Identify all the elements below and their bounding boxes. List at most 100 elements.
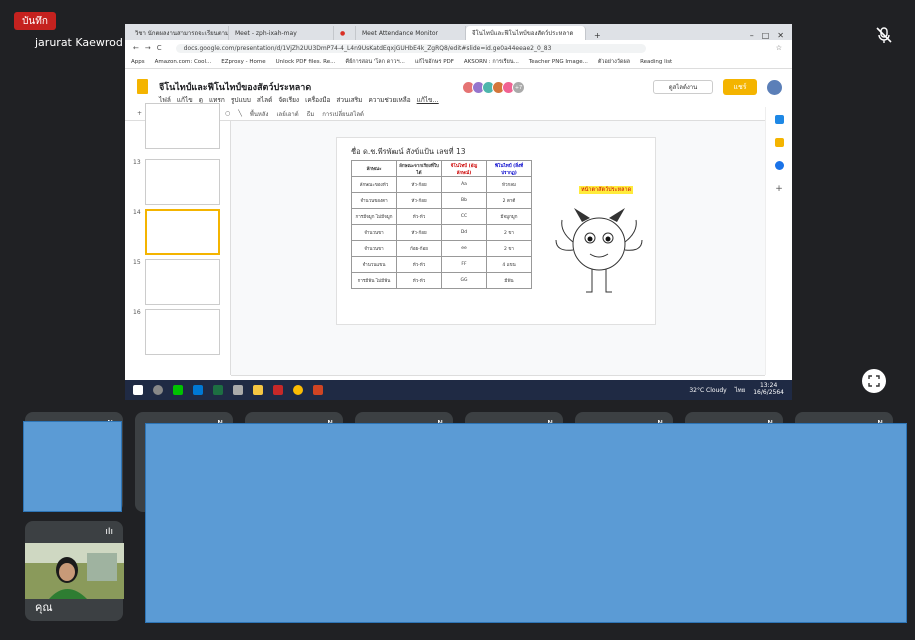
- slide-thumbnail-selected[interactable]: [145, 209, 220, 255]
- browser-tab[interactable]: Meet Attendance Monitor: [356, 26, 466, 40]
- menu-item[interactable]: เครื่องมือ: [305, 95, 330, 105]
- bookmark[interactable]: Teacher PNG Image...: [529, 59, 588, 65]
- slide-thumbnail[interactable]: [145, 259, 220, 305]
- new-tab-button[interactable]: +: [594, 31, 601, 40]
- genotype-table: ลักษณะ ลักษณะจากเรียงที่ใบได้ จีโนไทป์ (…: [351, 160, 532, 289]
- start-icon[interactable]: [133, 385, 143, 395]
- slide-filmstrip: 13 14 15 16: [125, 103, 231, 375]
- slides-header: จีโนไทป์และฟีโนไทป์ของสัตว์ประหลาด ไฟล์ …: [125, 69, 792, 107]
- table-row: ลักษณะของหัว หัว-ก้อย Aa หัวกลม: [351, 176, 532, 193]
- menu-item[interactable]: จัดเรียง: [278, 95, 299, 105]
- menu-item[interactable]: รูปแบบ: [231, 95, 251, 105]
- side-panel-bar: +: [765, 107, 792, 375]
- powerpoint-icon[interactable]: [313, 385, 323, 395]
- table-cell: ลักษณะของหัว: [351, 176, 397, 193]
- table-cell: CC: [441, 208, 487, 225]
- browser-tab-active[interactable]: จีโนไทป์และฟีโนไทป์ของสัตว์ประหลาด: [466, 26, 586, 40]
- explorer-icon[interactable]: [253, 385, 263, 395]
- table-cell: หัวกลม: [486, 176, 532, 193]
- bookmark[interactable]: EZproxy - Home: [221, 59, 265, 65]
- add-addon-icon[interactable]: +: [775, 184, 784, 194]
- line-app-icon[interactable]: [173, 385, 183, 395]
- bookmark[interactable]: ตัวอย่างวัดผล: [598, 58, 630, 66]
- account-avatar[interactable]: [767, 80, 782, 95]
- mic-off-icon[interactable]: [875, 26, 893, 44]
- toolbar-button[interactable]: เลย์เอาต์: [276, 109, 298, 119]
- browser-tab[interactable]: Meet - zph-ixah-may: [229, 26, 334, 40]
- close-icon[interactable]: ✕: [777, 31, 784, 40]
- maximize-icon[interactable]: □: [762, 31, 770, 40]
- app-icon[interactable]: [233, 385, 243, 395]
- minimize-icon[interactable]: –: [750, 31, 754, 40]
- language-label[interactable]: ไทย: [735, 385, 746, 395]
- calendar-icon[interactable]: [774, 115, 784, 124]
- menu-item[interactable]: ส่วนเสริม: [336, 95, 362, 105]
- excel-icon[interactable]: [213, 385, 223, 395]
- bookmark[interactable]: Apps: [131, 59, 145, 65]
- table-cell: หัว-ก้อย: [396, 192, 442, 209]
- bookmark[interactable]: Unlock PDF files. Re...: [276, 59, 336, 65]
- add-icon[interactable]: +: [137, 110, 142, 117]
- forward-icon[interactable]: →: [145, 44, 151, 52]
- slides-toolbar: + ↶ ↷ ⎙ ⌕ ↖ T ○ ╲ พื้นหลัง เลย์เอาต์ ธีม…: [125, 107, 765, 121]
- menu-item[interactable]: แก้ไข...: [417, 95, 439, 105]
- current-slide[interactable]: ชื่อ ด.ช.พีรพัฒน์ สังข์แป้น เลขที่ 13 ลั…: [336, 137, 656, 325]
- table-row: จำนวนแขน หัว-หัว FF 4 แขน: [351, 256, 532, 273]
- table-cell: Aa: [441, 176, 487, 193]
- table-row: จำนวนขา ก้อย-ก้อย ee 2 ขา: [351, 240, 532, 257]
- acrobat-icon[interactable]: [273, 385, 283, 395]
- bookmark[interactable]: แก้ไขอักษร PDF: [415, 58, 454, 66]
- tab-label: จีโนไทป์และฟีโนไทป์ของสัตว์ประหลาด: [472, 30, 574, 37]
- table-row: การมีฟัน ไม่มีฟัน หัว-หัว GG มีฟัน: [351, 272, 532, 289]
- slide-thumbnail[interactable]: [145, 159, 220, 205]
- back-icon[interactable]: ←: [133, 44, 139, 52]
- toolbar-button[interactable]: ธีม: [307, 109, 315, 119]
- menu-item[interactable]: ความช่วยเหลือ: [368, 95, 410, 105]
- edge-icon[interactable]: [193, 385, 203, 395]
- toolbar-button[interactable]: พื้นหลัง: [250, 109, 269, 119]
- table-cell: จำนวนขา: [351, 240, 397, 257]
- search-icon[interactable]: [153, 385, 163, 395]
- fullscreen-icon: [868, 375, 880, 387]
- table-cell: จำนวนของตา: [351, 192, 397, 209]
- slide-heading: ชื่อ ด.ช.พีรพัฒน์ สังข์แป้น เลขที่ 13: [351, 147, 466, 156]
- browser-tab[interactable]: วิชา นักตผลงานสามารถจะเรียนตามวา: [129, 26, 229, 40]
- table-cell: จำนวนแขน: [351, 256, 397, 273]
- table-header: ลักษณะจากเรียงที่ใบได้: [396, 160, 442, 177]
- table-header: ฟีโนไทป์ (สิ่งที่ปรากฏ): [486, 160, 532, 177]
- menu-item[interactable]: สไลด์: [257, 95, 272, 105]
- shape-icon[interactable]: ○: [225, 110, 230, 117]
- url-input[interactable]: docs.google.com/presentation/d/1VjZh2UU3…: [175, 43, 646, 53]
- self-name-label: คุณ: [35, 601, 53, 614]
- line-icon[interactable]: ╲: [238, 110, 242, 117]
- chrome-icon[interactable]: [293, 385, 303, 395]
- weather-label[interactable]: 32°C Cloudy: [689, 387, 726, 394]
- bookmark[interactable]: Reading list: [640, 59, 672, 65]
- slide-thumbnail[interactable]: [145, 103, 220, 149]
- table-header: ลักษณะ: [351, 160, 397, 177]
- slides-logo-icon[interactable]: [137, 79, 148, 94]
- tasks-icon[interactable]: [774, 161, 784, 170]
- present-button[interactable]: ดูสไลด์งาน: [653, 80, 713, 94]
- avatar-more[interactable]: +7: [512, 81, 525, 94]
- fullscreen-button[interactable]: [862, 369, 886, 393]
- toolbar-button[interactable]: การเปลี่ยนสไลด์: [322, 109, 364, 119]
- browser-tab[interactable]: ●: [334, 26, 356, 40]
- clock-date[interactable]: 16/6/2564: [753, 389, 784, 397]
- table-cell: ee: [441, 240, 487, 257]
- bookmark[interactable]: Amazon.com: Cool...: [155, 59, 212, 65]
- collaborator-avatars[interactable]: +7: [462, 81, 525, 94]
- table-cell: มีจมูกมูก: [486, 208, 532, 225]
- keep-icon[interactable]: [774, 138, 784, 147]
- bookmark[interactable]: คีย์การสอน 'โลก ดาวฯ...: [345, 58, 404, 66]
- browser-tab-bar: วิชา นักตผลงานสามารถจะเรียนตามวา Meet - …: [125, 24, 792, 40]
- share-button[interactable]: แชร์: [723, 79, 757, 95]
- monster-label: หน้าตาสัตว์ประหลาด: [579, 186, 634, 194]
- table-header-row: ลักษณะ ลักษณะจากเรียงที่ใบได้ จีโนไทป์ (…: [351, 160, 532, 177]
- slide-thumbnail[interactable]: [145, 309, 220, 355]
- bookmark[interactable]: AKSORN : การเรียน...: [464, 58, 519, 66]
- document-title[interactable]: จีโนไทป์และฟีโนไทป์ของสัตว์ประหลาด: [159, 80, 311, 94]
- table-cell: Dd: [441, 224, 487, 241]
- reload-icon[interactable]: C: [157, 44, 162, 52]
- star-icon[interactable]: ☆: [776, 44, 782, 52]
